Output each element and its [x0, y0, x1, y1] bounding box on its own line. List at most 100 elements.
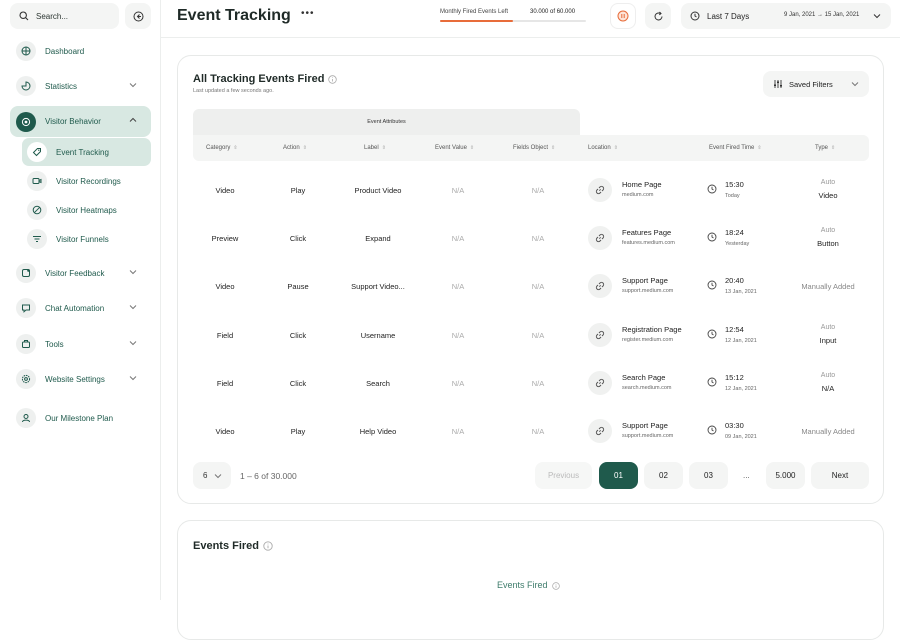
fired-time: 03:30 [725, 421, 744, 430]
sort-icon: ⇳ [302, 145, 307, 151]
column-header-event-fired-time[interactable]: Event Fired Time ⇳ [709, 145, 762, 151]
location-domain: support.medium.com [622, 433, 674, 439]
column-header-location[interactable]: Location ⇳ [588, 145, 618, 151]
card-title-text: All Tracking Events Fired [193, 73, 325, 85]
table-row[interactable]: Preview Click Expand N/A N/A Features Page fea… [193, 214, 869, 262]
info-icon[interactable] [263, 541, 273, 551]
column-header-label: Category [206, 145, 231, 151]
cell-label: Username [360, 330, 396, 340]
fired-day: 12 Jan, 2021 [725, 337, 757, 344]
sidebar-item-label: Visitor Feedback [45, 268, 105, 278]
saved-filters-label: Saved Filters [789, 79, 833, 89]
info-icon[interactable] [328, 74, 338, 84]
column-header-label: Location [588, 145, 611, 151]
quota-label: Monthly Fired Events Left [440, 9, 509, 15]
sidebar-item-label: Visitor Behavior [45, 117, 101, 126]
chevron-down-icon [129, 270, 137, 275]
page-button-03[interactable]: 03 [689, 462, 728, 489]
clock-icon [707, 329, 717, 339]
sidebar-item-chat-automation[interactable]: Chat Automation [10, 293, 151, 323]
sidebar-item-visitor-behavior[interactable]: Visitor Behavior [10, 106, 151, 137]
table-row[interactable]: Video Play Help Video N/A N/A Support Page sup… [193, 407, 869, 455]
last-updated-text: Last updated a few seconds ago. [193, 88, 274, 94]
saved-filters-dropdown[interactable]: Saved Filters [763, 71, 869, 97]
rows-per-page-select[interactable]: 6 [193, 462, 231, 489]
sidebar-item-website-settings[interactable]: Website Settings [10, 364, 151, 394]
cell-event-value: N/A [451, 186, 465, 195]
table-row[interactable]: Field Click Search N/A N/A Search Page search.… [193, 359, 869, 407]
table-header: Category ⇳ Action ⇳ Label ⇳ Event Value ⇳ Fi… [193, 135, 869, 161]
table-row[interactable]: Video Play Product Video N/A N/A Home Page med… [193, 166, 869, 214]
link-icon[interactable] [588, 178, 612, 202]
sort-icon: ⇳ [613, 145, 618, 151]
sidebar-item-tools[interactable]: Tools [10, 329, 151, 359]
info-icon[interactable] [551, 581, 560, 590]
sidebar-subitem-visitor-recordings[interactable]: Visitor Recordings [22, 167, 151, 195]
previous-page-button[interactable]: Previous [535, 462, 592, 489]
pagination-range: 1 – 6 of 30.000 [240, 471, 297, 481]
column-header-label[interactable]: Label ⇳ [364, 145, 386, 151]
events-fired-card: Events Fired Events Fired [177, 520, 884, 640]
sidebar-subitem-label: Visitor Funnels [56, 234, 109, 244]
link-icon[interactable] [588, 322, 612, 347]
sidebar-item-visitor-feedback[interactable]: Visitor Feedback [10, 258, 151, 288]
feedback-icon [16, 263, 36, 283]
collapse-sidebar-button[interactable] [125, 3, 151, 29]
location-domain: search.medium.com [622, 384, 672, 391]
chevron-down-icon [129, 341, 137, 346]
page-button-02[interactable]: 02 [644, 462, 683, 489]
link-icon[interactable] [588, 419, 612, 443]
location-name: Registration Page [622, 324, 682, 334]
funnel-icon [27, 229, 47, 249]
next-page-button[interactable]: Next [811, 462, 869, 489]
search-input[interactable]: Search... [10, 3, 119, 29]
fired-day: 13 Jan, 2021 [725, 289, 757, 296]
table-row[interactable]: Video Pause Support Video... N/A N/A Support … [193, 262, 869, 310]
sort-icon: ⇳ [233, 145, 238, 151]
clock-icon [707, 377, 717, 387]
chart-icon [16, 76, 36, 96]
refresh-icon [654, 11, 662, 20]
cell-category: Video [215, 186, 235, 195]
column-header-label: Fields Object [513, 145, 549, 151]
top-bar: Event Tracking ••• Monthly Fired Events … [161, 0, 900, 38]
type-value: Video [818, 191, 838, 200]
video-icon [27, 171, 47, 191]
chart-title-text: Events Fired [497, 580, 548, 590]
sidebar-subitem-event-tracking[interactable]: Event Tracking [22, 138, 151, 166]
location-name: Features Page [622, 228, 672, 238]
sidebar-item-milestone-plan[interactable]: Our Milestone Plan [10, 403, 151, 433]
cell-fields-object: N/A [531, 186, 545, 195]
pagination-ellipsis: ... [743, 471, 750, 480]
chevron-down-icon [214, 474, 222, 479]
sidebar-item-statistics[interactable]: Statistics [10, 71, 151, 101]
more-options-button[interactable]: ••• [301, 8, 315, 19]
link-icon[interactable] [588, 274, 612, 299]
column-header-label: Event Fired Time [709, 145, 755, 151]
link-icon[interactable] [588, 226, 612, 251]
sort-icon: ⇳ [551, 145, 556, 151]
refresh-button[interactable] [645, 3, 671, 29]
sidebar-item-dashboard[interactable]: Dashboard [10, 36, 151, 66]
cell-label: Support Video... [351, 282, 405, 292]
sidebar-subitem-visitor-heatmaps[interactable]: Visitor Heatmaps [22, 196, 151, 224]
column-header-type[interactable]: Type ⇳ [815, 145, 835, 151]
link-icon[interactable] [588, 370, 612, 395]
page-button-01[interactable]: 01 [599, 462, 638, 489]
type-source: Auto [820, 323, 836, 331]
column-header-event-value[interactable]: Event Value ⇳ [435, 145, 474, 151]
column-header-fields-object[interactable]: Fields Object ⇳ [513, 145, 555, 151]
column-header-category[interactable]: Category ⇳ [206, 145, 238, 151]
sort-icon: ⇳ [757, 145, 762, 151]
column-header-action[interactable]: Action ⇳ [283, 145, 307, 151]
table-row[interactable]: Field Click Username N/A N/A Registration Pag… [193, 311, 869, 359]
sort-icon: ⇳ [469, 145, 475, 151]
quota-value: 30.000 of 60.000 [530, 9, 576, 15]
date-range-selector[interactable]: Last 7 Days 9 Jan, 2021 → 15 Jan, 2021 [681, 3, 891, 29]
page-button-last[interactable]: 5.000 [766, 462, 805, 489]
heatmap-icon [27, 200, 47, 220]
sidebar-subitem-visitor-funnels[interactable]: Visitor Funnels [22, 225, 151, 253]
cell-category: Field [216, 378, 234, 388]
alert-button[interactable] [610, 3, 636, 29]
location-domain: features.medium.com [622, 240, 675, 247]
